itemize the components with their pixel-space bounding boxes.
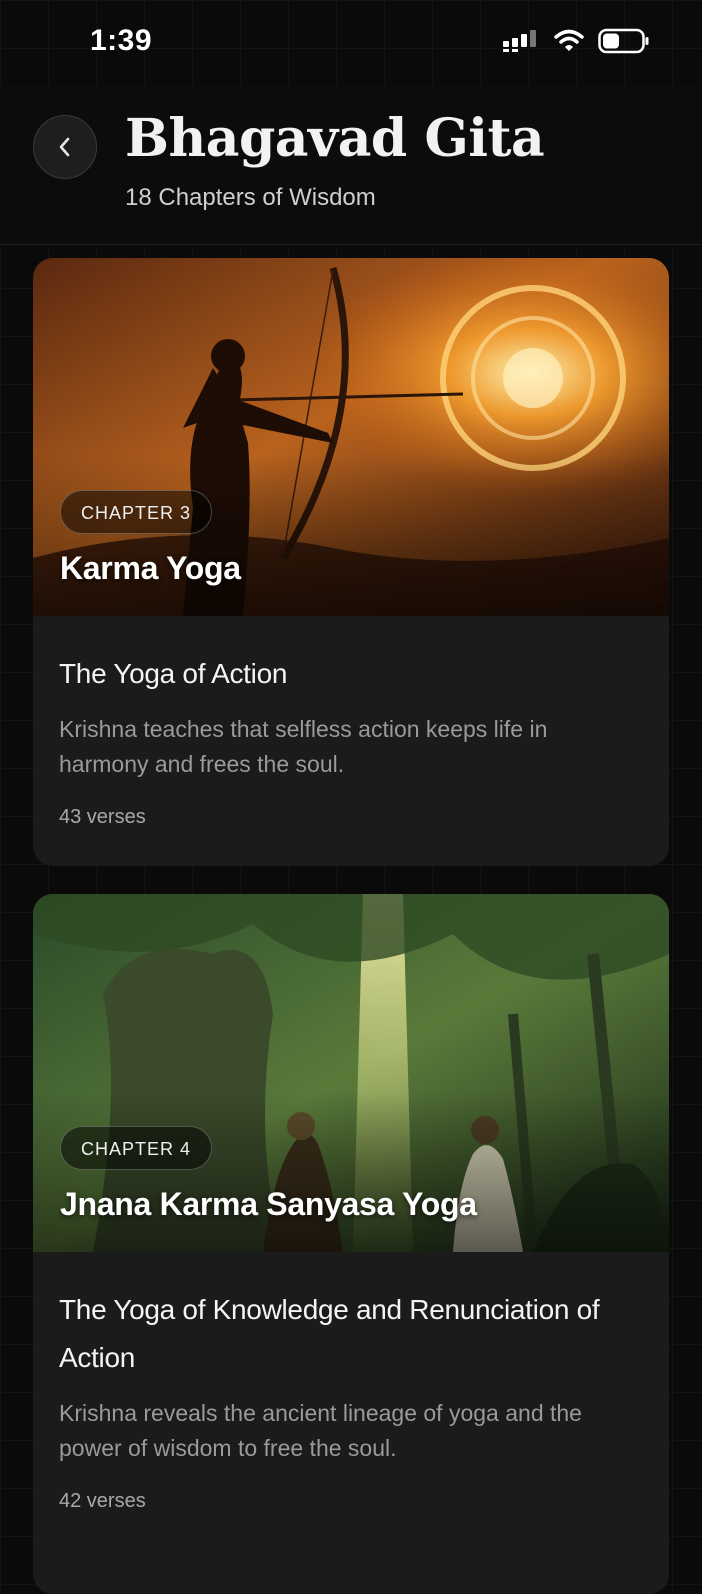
card-description: Krishna reveals the ancient lineage of y… [59,1400,582,1461]
back-button[interactable] [33,115,97,179]
page-subtitle: 18 Chapters of Wisdom [125,184,376,211]
status-time: 1:39 [90,24,153,57]
card-title: The Yoga of Action [59,658,288,689]
verse-count: 43 verses [59,806,146,828]
header: Bhagavad Gita 18 Chapters of Wisdom [0,84,702,245]
chapter-image: CHAPTER 4 Jnana Karma Sanyasa Yoga [33,894,669,1252]
battery-icon [598,28,649,54]
chapter-badge: CHAPTER 4 [60,1126,213,1170]
wifi-icon [554,29,584,51]
chapter-name: Jnana Karma Sanyasa Yoga [60,1186,477,1222]
card-description: Krishna teaches that selfless action kee… [59,716,548,777]
card-title: The Yoga of Knowledge and Renunciation o… [59,1294,600,1373]
chevron-left-icon [59,137,70,157]
chapter-card[interactable]: CHAPTER 4 Jnana Karma Sanyasa Yoga The Y… [33,894,669,1594]
chapter-badge: CHAPTER 3 [60,490,213,534]
chapter-image: CHAPTER 3 Karma Yoga [33,258,669,616]
card-body: The Yoga of Knowledge and Renunciation o… [33,1252,669,1513]
cellular-signal-icon [503,30,536,52]
status-icons [502,28,650,54]
card-body: The Yoga of Action Krishna teaches that … [33,616,669,829]
verse-count: 42 verses [59,1490,146,1512]
chapter-name: Karma Yoga [60,550,241,586]
page-title: Bhagavad Gita [125,108,545,169]
status-bar: 1:39 [0,0,702,84]
chapter-card[interactable]: CHAPTER 3 Karma Yoga The Yoga of Action … [33,258,669,866]
